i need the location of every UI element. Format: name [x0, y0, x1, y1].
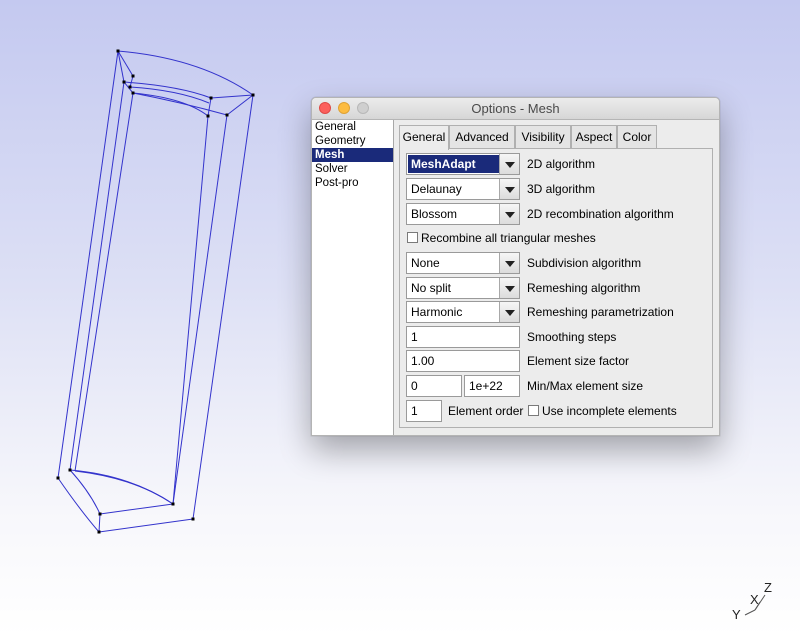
tab-general[interactable]: General	[399, 125, 449, 150]
tab-aspect[interactable]: Aspect	[571, 125, 617, 148]
chevron-down-icon[interactable]	[499, 179, 519, 199]
tab-color[interactable]: Color	[617, 125, 657, 148]
remeshing-select[interactable]: No split	[406, 277, 520, 299]
remeshing-value: No split	[411, 281, 452, 295]
top-inner-arc	[123, 81, 212, 99]
element-order-label: Element order	[448, 404, 524, 418]
category-general[interactable]: General	[312, 120, 393, 134]
smoothing-steps-input[interactable]: 1	[406, 326, 520, 348]
incomplete-elements-label: Use incomplete elements	[542, 404, 677, 418]
3d-algorithm-value: Delaunay	[411, 182, 462, 196]
axis-y-label: Y	[732, 607, 741, 622]
category-post-pro[interactable]: Post-pro	[312, 176, 393, 190]
remeshing-param-select[interactable]: Harmonic	[406, 301, 520, 323]
3d-algorithm-label: 3D algorithm	[527, 182, 596, 196]
recombine-all-checkbox[interactable]	[407, 232, 418, 243]
recombine-all-label: Recombine all triangular meshes	[421, 231, 596, 245]
subdivision-select[interactable]: None	[406, 252, 520, 274]
2d-recombination-label: 2D recombination algorithm	[527, 207, 674, 221]
top-outer-arc	[117, 50, 254, 96]
chevron-down-icon[interactable]	[499, 302, 519, 322]
general-tab-panel: MeshAdapt 2D algorithm Delaunay 3D algor…	[399, 148, 713, 428]
subdivision-label: Subdivision algorithm	[527, 256, 642, 270]
subdivision-value: None	[411, 256, 440, 270]
size-factor-label: Element size factor	[527, 354, 630, 368]
top-back-arc-2	[132, 92, 228, 116]
chevron-down-icon[interactable]	[499, 253, 519, 273]
tab-visibility[interactable]: Visibility	[515, 125, 571, 148]
smoothing-steps-label: Smoothing steps	[527, 330, 617, 344]
chevron-down-icon[interactable]	[499, 278, 519, 298]
bottom-outer-edge	[57, 477, 100, 533]
remeshing-label: Remeshing algorithm	[527, 281, 641, 295]
row-recombine-all: Recombine all triangular meshes	[406, 227, 706, 249]
incomplete-elements-checkbox[interactable]	[528, 405, 539, 416]
3d-algorithm-select[interactable]: Delaunay	[406, 178, 520, 200]
2d-algorithm-label: 2D algorithm	[527, 157, 596, 171]
row-element-order: 1 Element order Use incomplete elements	[406, 400, 706, 422]
min-size-input[interactable]: 0	[406, 375, 462, 397]
size-factor-input[interactable]: 1.00	[406, 350, 520, 372]
2d-algorithm-select[interactable]: MeshAdapt	[406, 153, 520, 175]
remeshing-param-label: Remeshing parametrization	[527, 305, 674, 319]
window-title: Options - Mesh	[471, 101, 560, 116]
category-list: General Geometry Mesh Solver Post-pro	[312, 120, 394, 435]
2d-algorithm-value: MeshAdapt	[408, 155, 499, 173]
category-solver[interactable]: Solver	[312, 162, 393, 176]
category-geometry[interactable]: Geometry	[312, 134, 393, 148]
element-order-input[interactable]: 1	[406, 400, 442, 422]
chevron-down-icon[interactable]	[499, 204, 519, 224]
min-max-size-label: Min/Max element size	[527, 379, 644, 393]
2d-recombination-value: Blossom	[411, 207, 458, 221]
tab-area: General Advanced Visibility Aspect Color…	[394, 120, 719, 435]
title-bar[interactable]: Options - Mesh	[312, 98, 719, 120]
options-dialog: Options - Mesh General Geometry Mesh Sol…	[311, 97, 720, 436]
chevron-down-icon[interactable]	[499, 154, 519, 174]
tab-advanced[interactable]: Advanced	[449, 125, 515, 148]
max-size-input[interactable]: 1e+22	[464, 375, 520, 397]
axes-triad: Z X Y	[732, 580, 772, 622]
remeshing-param-value: Harmonic	[411, 305, 463, 319]
axis-z-label: Z	[764, 580, 772, 595]
top-back-arc	[132, 92, 209, 117]
category-mesh[interactable]: Mesh	[312, 148, 393, 162]
geometry-model	[57, 50, 254, 533]
axis-x-label: X	[750, 592, 759, 607]
2d-recombination-select[interactable]: Blossom	[406, 203, 520, 225]
